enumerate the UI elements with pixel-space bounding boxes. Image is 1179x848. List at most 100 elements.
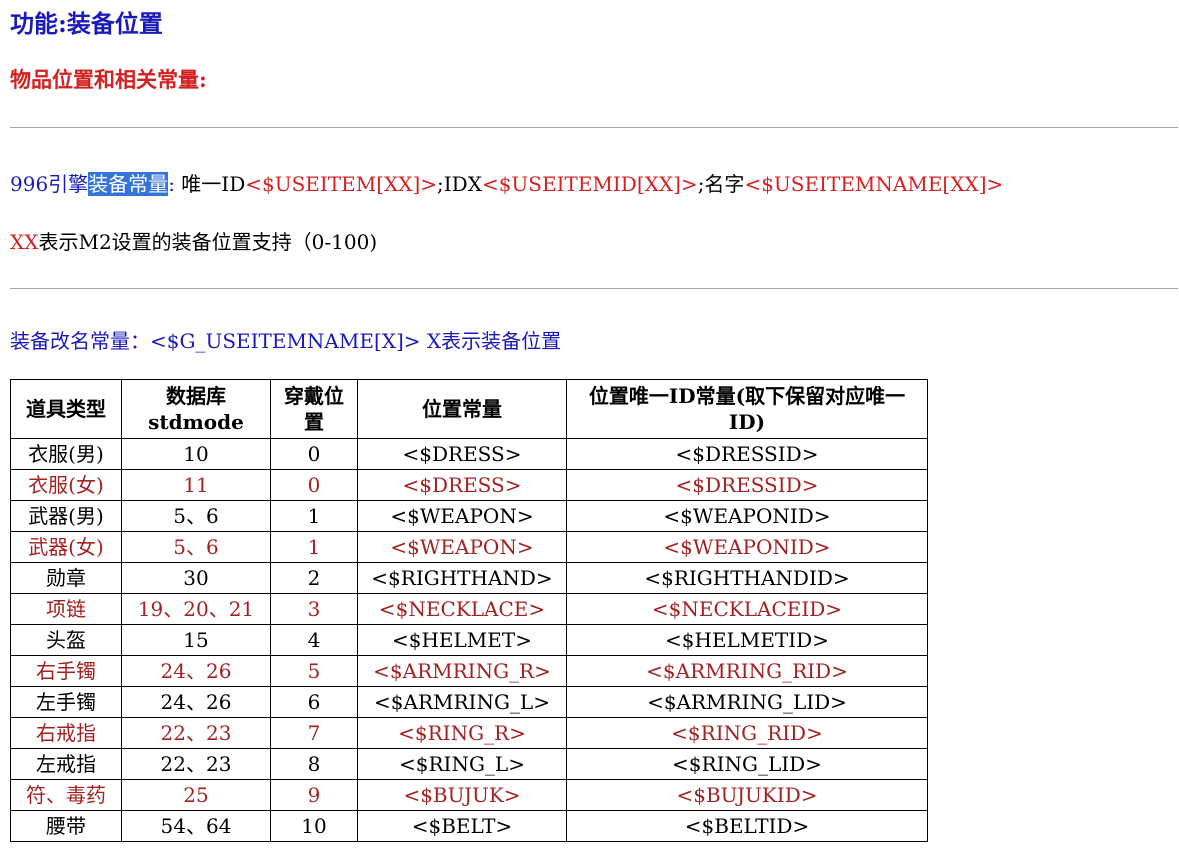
item-type-cell: 腰带 (10, 810, 122, 842)
engine-constants-line: 996引擎装备常量: 唯一ID<$USEITEM[XX]>;IDX<$USEIT… (10, 168, 1003, 197)
stdmode-cell: 11 (121, 469, 271, 501)
divider (10, 127, 1178, 128)
stdmode-cell: 24、26 (121, 655, 271, 687)
item-type-cell: 头盔 (10, 624, 122, 656)
highlighted-text: 装备常量 (88, 172, 169, 196)
unique-id-constant-cell: <$ARMRING_LID> (566, 686, 928, 718)
table-row: 衣服(男) 10 0 <$DRESS> <$DRESSID> (10, 438, 928, 470)
stdmode-cell: 22、23 (121, 748, 271, 780)
unique-id-constant-cell: <$DRESSID> (566, 469, 928, 501)
stdmode-cell: 25 (121, 779, 271, 811)
page-title: 功能:装备位置 (10, 9, 163, 38)
unique-id-constant-cell: <$NECKLACEID> (566, 593, 928, 625)
wear-position-cell: 0 (270, 438, 358, 470)
table-row: 右戒指 22、23 7 <$RING_R> <$RING_RID> (10, 717, 928, 749)
wear-position-cell: 9 (270, 779, 358, 811)
column-header-wear-position: 穿戴位置 (270, 379, 358, 439)
table-row: 符、毒药 25 9 <$BUJUK> <$BUJUKID> (10, 779, 928, 811)
divider (10, 288, 1178, 289)
wear-position-cell: 10 (270, 810, 358, 842)
position-constant-cell: <$WEAPON> (357, 531, 567, 563)
table-row: 右手镯 24、26 5 <$ARMRING_R> <$ARMRING_RID> (10, 655, 928, 687)
item-type-cell: 项链 (10, 593, 122, 625)
table-row: 腰带 54、64 10 <$BELT> <$BELTID> (10, 810, 928, 842)
table-row: 左手镯 24、26 6 <$ARMRING_L> <$ARMRING_LID> (10, 686, 928, 718)
xx-description: 表示M2设置的装备位置支持（0-100) (38, 230, 378, 254)
table-header-row: 道具类型 数据库stdmode 穿戴位置 位置常量 位置唯一ID常量(取下保留对… (10, 379, 928, 439)
unique-id-constant-cell: <$HELMETID> (566, 624, 928, 656)
item-type-cell: 右戒指 (10, 717, 122, 749)
wear-position-cell: 2 (270, 562, 358, 594)
section-subtitle: 物品位置和相关常量: (10, 67, 207, 92)
item-type-cell: 衣服(男) (10, 438, 122, 470)
stdmode-cell: 24、26 (121, 686, 271, 718)
item-type-cell: 衣服(女) (10, 469, 122, 501)
table-row: 项链 19、20、21 3 <$NECKLACE> <$NECKLACEID> (10, 593, 928, 625)
unique-id-label: 唯一ID (181, 172, 246, 196)
position-constant-cell: <$BUJUK> (357, 779, 567, 811)
unique-id-constant-cell: <$BUJUKID> (566, 779, 928, 811)
engine-prefix: 996引擎 (10, 172, 89, 196)
useitemname-constant: <$USEITEMNAME[XX]> (744, 172, 1004, 196)
wear-position-cell: 5 (270, 655, 358, 687)
unique-id-constant-cell: <$WEAPONID> (566, 531, 928, 563)
item-type-cell: 符、毒药 (10, 779, 122, 811)
wear-position-cell: 4 (270, 624, 358, 656)
position-constant-cell: <$RIGHTHAND> (357, 562, 567, 594)
position-constant-cell: <$NECKLACE> (357, 593, 567, 625)
unique-id-constant-cell: <$BELTID> (566, 810, 928, 842)
position-constant-cell: <$WEAPON> (357, 500, 567, 532)
wear-position-cell: 1 (270, 500, 358, 532)
table-row: 头盔 15 4 <$HELMET> <$HELMETID> (10, 624, 928, 656)
item-type-cell: 左戒指 (10, 748, 122, 780)
column-header-position-constant: 位置常量 (357, 379, 567, 439)
wear-position-cell: 3 (270, 593, 358, 625)
table-row: 武器(女) 5、6 1 <$WEAPON> <$WEAPONID> (10, 531, 928, 563)
unique-id-constant-cell: <$WEAPONID> (566, 500, 928, 532)
stdmode-cell: 30 (121, 562, 271, 594)
position-constant-cell: <$DRESS> (357, 438, 567, 470)
column-header-item-type: 道具类型 (10, 379, 122, 439)
stdmode-cell: 19、20、21 (121, 593, 271, 625)
table-row: 勋章 30 2 <$RIGHTHAND> <$RIGHTHANDID> (10, 562, 928, 594)
idx-label: ;IDX (437, 172, 482, 196)
column-header-unique-id-constant: 位置唯一ID常量(取下保留对应唯一ID) (566, 379, 928, 439)
stdmode-cell: 10 (121, 438, 271, 470)
engine-colon: : (168, 172, 182, 196)
wear-position-cell: 1 (270, 531, 358, 563)
xx-token: XX (10, 230, 39, 254)
unique-id-constant-cell: <$DRESSID> (566, 438, 928, 470)
unique-id-constant-cell: <$ARMRING_RID> (566, 655, 928, 687)
rename-constant-line: 装备改名常量：<$G_USEITEMNAME[X]> X表示装备位置 (10, 329, 562, 353)
equipment-position-table: 道具类型 数据库stdmode 穿戴位置 位置常量 位置唯一ID常量(取下保留对… (10, 379, 928, 842)
position-constant-cell: <$DRESS> (357, 469, 567, 501)
table-body: 衣服(男) 10 0 <$DRESS> <$DRESSID> 衣服(女) 11 0 <$DRES… (10, 438, 928, 842)
stdmode-cell: 15 (121, 624, 271, 656)
item-type-cell: 武器(女) (10, 531, 122, 563)
position-constant-cell: <$ARMRING_R> (357, 655, 567, 687)
stdmode-cell: 5、6 (121, 500, 271, 532)
unique-id-constant-cell: <$RING_RID> (566, 717, 928, 749)
position-constant-cell: <$HELMET> (357, 624, 567, 656)
useitemid-constant: <$USEITEMID[XX]> (481, 172, 698, 196)
item-type-cell: 武器(男) (10, 500, 122, 532)
item-type-cell: 勋章 (10, 562, 122, 594)
item-type-cell: 左手镯 (10, 686, 122, 718)
table-row: 左戒指 22、23 8 <$RING_L> <$RING_LID> (10, 748, 928, 780)
stdmode-cell: 54、64 (121, 810, 271, 842)
wear-position-cell: 0 (270, 469, 358, 501)
unique-id-constant-cell: <$RING_LID> (566, 748, 928, 780)
wear-position-cell: 7 (270, 717, 358, 749)
wear-position-cell: 8 (270, 748, 358, 780)
table-row: 衣服(女) 11 0 <$DRESS> <$DRESSID> (10, 469, 928, 501)
position-constant-cell: <$ARMRING_L> (357, 686, 567, 718)
position-constant-cell: <$RING_L> (357, 748, 567, 780)
item-type-cell: 右手镯 (10, 655, 122, 687)
table-row: 武器(男) 5、6 1 <$WEAPON> <$WEAPONID> (10, 500, 928, 532)
useitem-constant: <$USEITEM[XX]> (245, 172, 438, 196)
unique-id-constant-cell: <$RIGHTHANDID> (566, 562, 928, 594)
name-label: ;名字 (697, 172, 745, 196)
position-constant-cell: <$RING_R> (357, 717, 567, 749)
stdmode-cell: 22、23 (121, 717, 271, 749)
wear-position-cell: 6 (270, 686, 358, 718)
